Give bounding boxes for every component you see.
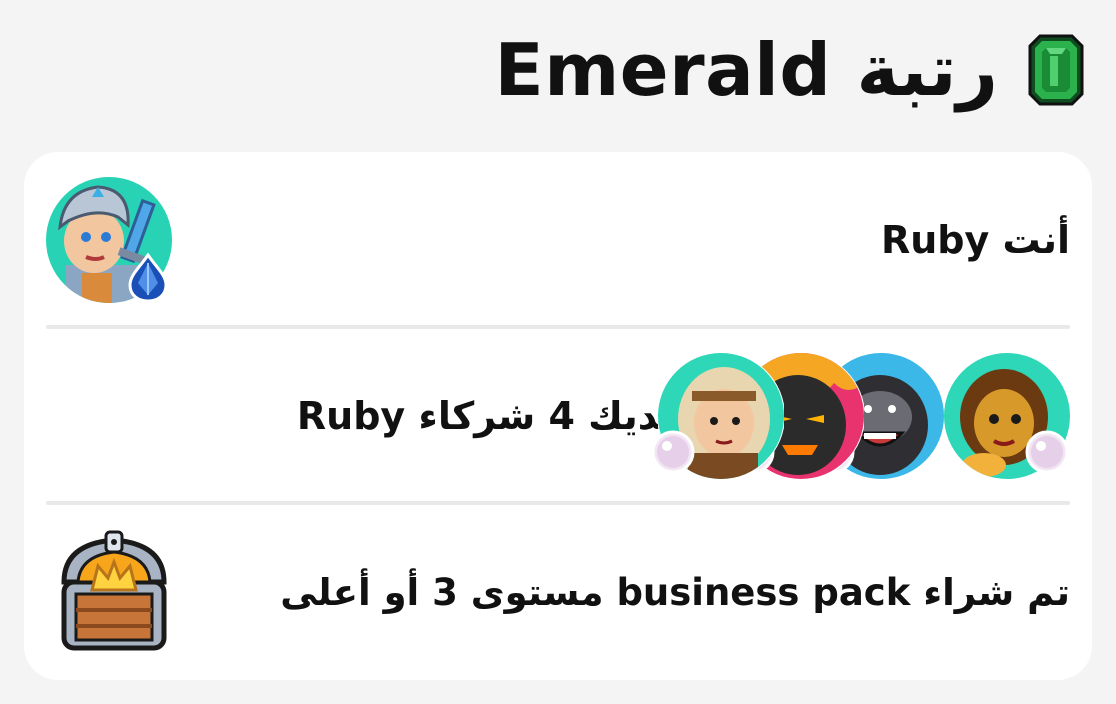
- emerald-gem-icon: [1028, 34, 1084, 106]
- requirement-row-rank: أنت Ruby: [46, 152, 1070, 328]
- woman-avatar-icon: [943, 352, 1071, 480]
- page-title: رتبة Emerald: [494, 28, 998, 112]
- requirements-card: أنت Ruby لديك 4 شركاء Ruby تم شراء busin…: [24, 152, 1092, 680]
- sapphire-gem-icon: [128, 253, 168, 303]
- partner-avatars: [651, 352, 1071, 480]
- page-header: رتبة Emerald: [32, 20, 1084, 120]
- pearl-icon: [651, 430, 695, 474]
- warrior-woman-avatar-icon: [651, 352, 785, 480]
- requirement-text: تم شراء business pack مستوى 3 أو أعلى: [280, 570, 1070, 614]
- knight-avatar-icon: [46, 177, 172, 303]
- requirement-row-partners: لديك 4 شركاء Ruby: [46, 328, 1071, 504]
- requirement-text: لديك 4 شركاء Ruby: [296, 394, 674, 438]
- treasure-chest-icon: [61, 530, 167, 651]
- requirement-text: أنت Ruby: [880, 218, 1070, 262]
- pearl-icon: [1025, 430, 1069, 474]
- requirement-row-business-pack: تم شراء business pack مستوى 3 أو أعلى: [46, 504, 1070, 680]
